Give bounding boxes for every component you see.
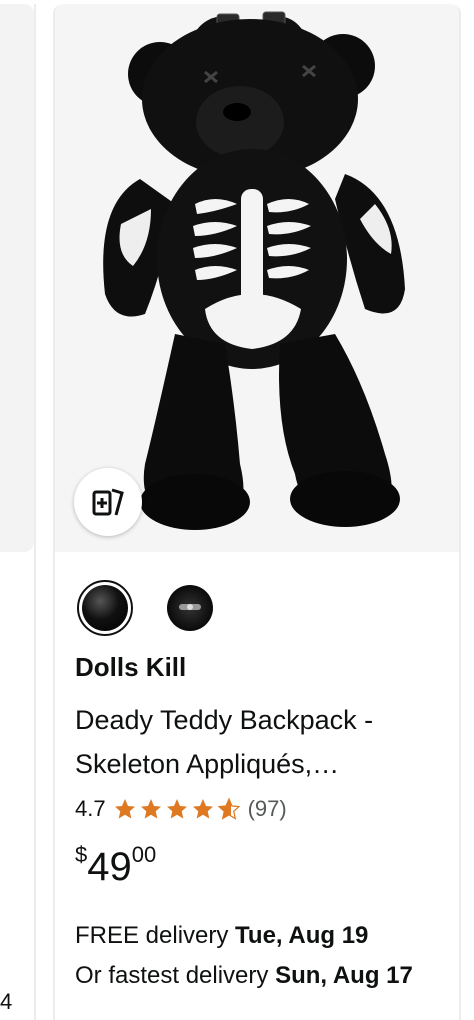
star-icon [192,799,213,819]
previous-product-image[interactable] [0,4,34,552]
price: $4900 [75,842,156,890]
delivery-free-date: Tue, Aug 19 [235,922,369,949]
rating-row[interactable]: 4.7 (97) [75,792,287,826]
rating-value: 4.7 [75,796,106,821]
delivery-fastest-date: Sun, Aug 17 [275,962,413,989]
star-icon [166,799,187,819]
swatch-black-alt[interactable] [167,585,213,631]
star-rating [112,797,242,821]
star-icon [140,799,161,819]
delivery-info: FREE delivery Tue, Aug 19 Or fastest del… [75,916,445,996]
add-to-compare-icon [92,488,124,516]
previous-product-card[interactable]: 4 [0,4,36,1020]
card-divider [34,4,36,1020]
price-whole: 49 [87,845,132,889]
delivery-fastest-prefix: Or fastest delivery [75,962,276,989]
product-title-link[interactable]: Deady Teddy Backpack - Skeleton Appliqué… [75,698,445,786]
star-icon [114,799,135,819]
delivery-line-free: FREE delivery Tue, Aug 19 [75,916,445,956]
delivery-free-prefix: FREE delivery [75,922,236,949]
swatch-black-selected[interactable] [77,580,133,636]
product-card[interactable]: Dolls Kill Deady Teddy Backpack - Skelet… [53,4,461,1020]
add-to-compare-button[interactable] [74,468,142,536]
swatch-alt-detail [179,604,201,610]
brand-name: Dolls Kill [75,652,187,682]
delivery-line-fastest: Or fastest delivery Sun, Aug 17 [75,956,445,996]
half-star-icon [217,797,241,820]
price-fraction: 00 [131,842,157,867]
product-image[interactable] [55,4,459,552]
swatch-color-dot [82,585,128,631]
review-count[interactable]: (97) [248,796,287,822]
price-symbol: $ [75,842,88,867]
previous-card-partial-text: 4 [0,989,13,1014]
